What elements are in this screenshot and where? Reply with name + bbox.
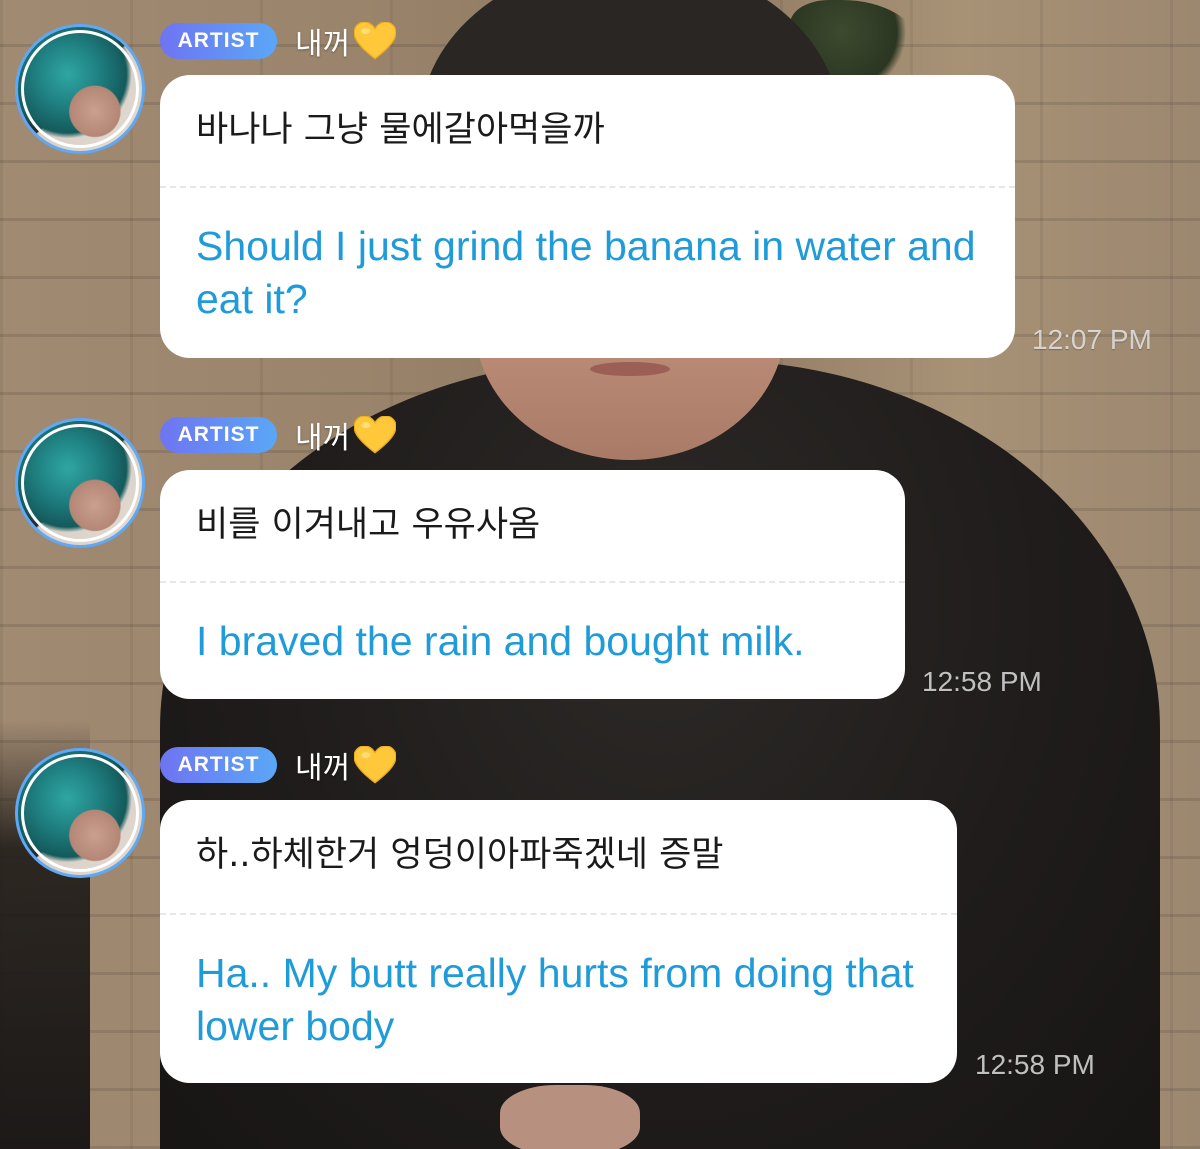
sender-name[interactable]: 내꺼 [295,413,397,457]
korean-text: 비를 이겨내고 우유사옴 [196,505,541,545]
person-hands [500,1085,640,1149]
avatar-ring [21,424,139,542]
yellow-heart-icon [354,746,397,784]
korean-text: 바나나 그냥 물에갈아먹을까 [196,110,605,150]
sender-name-text: 내꺼 [295,27,351,62]
message-header: ARTIST 내꺼 [160,416,397,456]
bubble-divider [160,581,905,583]
message-timestamp: 12:07 PM [1032,324,1152,355]
bubble-divider [160,913,957,915]
message-timestamp: 12:58 PM [922,666,1042,697]
avatar-ring [21,754,139,872]
artist-avatar[interactable] [15,418,145,548]
sender-name[interactable]: 내꺼 [295,743,397,787]
yellow-heart-icon [354,416,397,454]
sender-name-text: 내꺼 [295,421,351,456]
message-header: ARTIST 내꺼 [160,22,397,62]
english-translation: Ha.. My butt really hurts from doing tha… [196,950,914,1049]
message-timestamp: 12:58 PM [975,1049,1095,1080]
korean-text: 하..하체한거 엉덩이아파죽겠네 증말 [196,835,724,875]
artist-avatar[interactable] [15,24,145,154]
message-header: ARTIST 내꺼 [160,746,397,786]
bubble-divider [160,186,1015,188]
artist-badge: ARTIST [160,417,277,453]
avatar-ring [21,30,139,148]
english-translation: Should I just grind the banana in water … [196,223,976,322]
message-bubble[interactable]: 하..하체한거 엉덩이아파죽겠네 증말 Ha.. My butt really … [160,800,957,1083]
artist-badge: ARTIST [160,747,277,783]
sender-name-text: 내꺼 [295,751,351,786]
person-lips [590,362,670,376]
message-bubble[interactable]: 바나나 그냥 물에갈아먹을까 Should I just grind the b… [160,75,1015,358]
artist-badge: ARTIST [160,23,277,59]
yellow-heart-icon [354,22,397,60]
sender-name[interactable]: 내꺼 [295,19,397,63]
message-bubble[interactable]: 비를 이겨내고 우유사옴 I braved the rain and bough… [160,470,905,699]
artist-avatar[interactable] [15,748,145,878]
english-translation: I braved the rain and bought milk. [196,618,805,664]
